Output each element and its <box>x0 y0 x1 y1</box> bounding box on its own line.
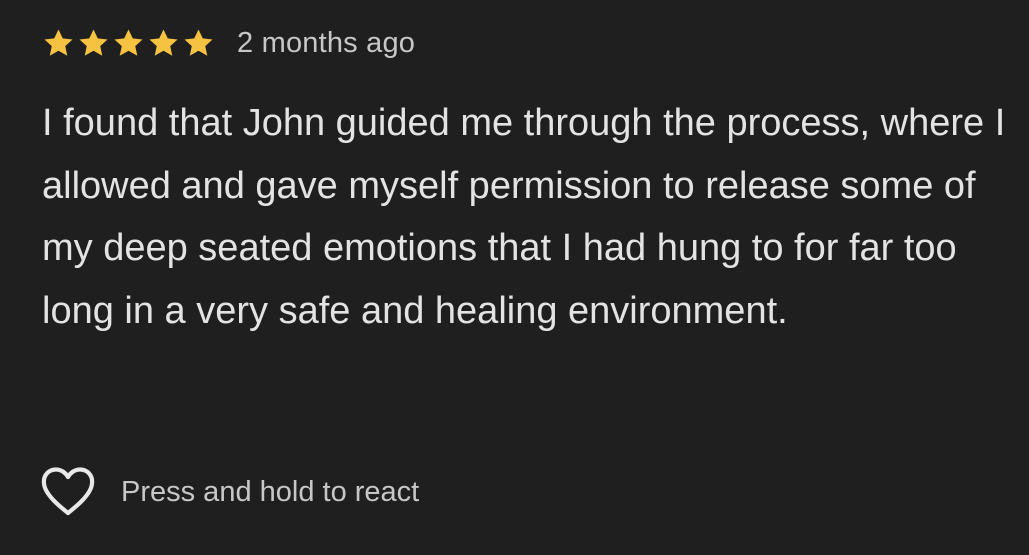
star-icon <box>149 28 178 56</box>
rating-row: 2 months ago <box>42 24 415 62</box>
heart-outline-icon[interactable] <box>40 466 96 518</box>
star-rating <box>42 27 217 60</box>
review-date: 2 months ago <box>237 26 416 59</box>
react-row[interactable]: Press and hold to react <box>40 464 419 520</box>
star-icon <box>44 28 73 56</box>
star-icon <box>184 28 213 56</box>
review-text: I found that John guided me through the … <box>42 102 1006 332</box>
star-icon <box>79 28 108 56</box>
star-icon <box>114 28 143 56</box>
review-card: 2 months ago I found that John guided me… <box>0 0 1029 555</box>
react-hint-label: Press and hold to react <box>121 475 420 508</box>
